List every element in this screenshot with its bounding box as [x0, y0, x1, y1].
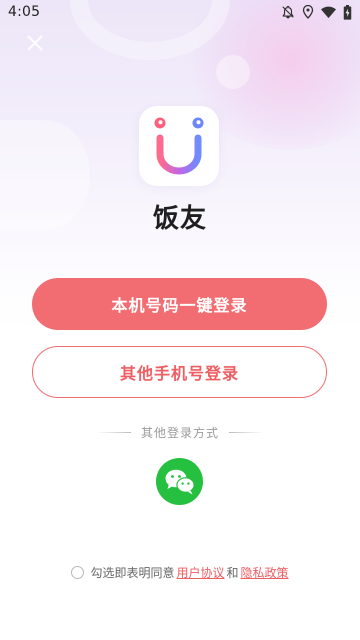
agreement-conjunction: 和	[226, 565, 239, 580]
background-decoration	[216, 55, 250, 89]
battery-icon	[343, 4, 352, 20]
other-login-divider: 其他登录方式	[0, 423, 360, 441]
privacy-policy-link[interactable]: 隐私政策	[241, 564, 289, 581]
status-icons	[281, 4, 352, 20]
user-agreement-link[interactable]: 用户协议	[176, 564, 224, 581]
status-bar: 4:05	[0, 0, 360, 24]
other-phone-login-button[interactable]: 其他手机号登录	[32, 346, 327, 398]
divider-line	[96, 431, 131, 433]
location-icon	[302, 5, 314, 19]
other-login-label: 其他登录方式	[140, 425, 219, 440]
app-logo	[139, 106, 219, 186]
wechat-icon	[165, 469, 195, 494]
app-name: 饭友	[152, 204, 207, 234]
divider-line	[229, 431, 263, 433]
wechat-login-button[interactable]	[156, 458, 203, 505]
close-button[interactable]	[25, 33, 45, 53]
agreement-row: 勾选即表明同意 用户协议 和 隐私政策	[0, 563, 360, 581]
close-icon	[27, 35, 43, 51]
bell-off-icon	[281, 5, 295, 19]
agreement-prefix: 勾选即表明同意	[90, 565, 175, 580]
app-logo-icon	[154, 117, 204, 175]
agreement-checkbox[interactable]	[71, 565, 85, 579]
status-time: 4:05	[8, 4, 41, 20]
wifi-icon	[321, 6, 336, 19]
one-click-login-button[interactable]: 本机号码一键登录	[32, 278, 327, 330]
